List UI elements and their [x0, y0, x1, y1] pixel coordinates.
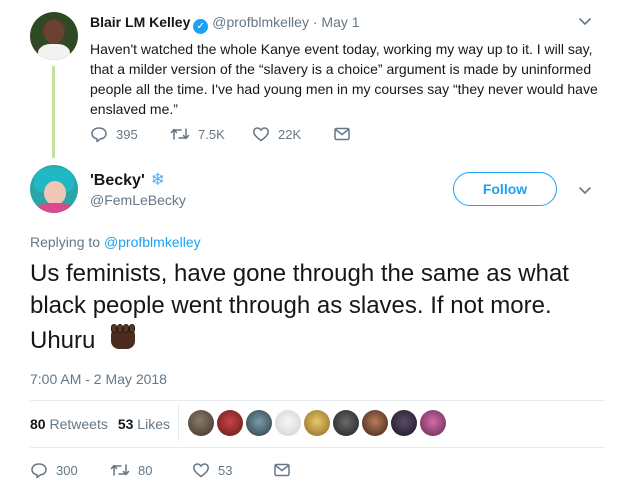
avatar[interactable] — [30, 165, 78, 213]
retweet-button[interactable]: 80 — [110, 461, 152, 479]
liker-avatar[interactable] — [304, 410, 330, 436]
like-button[interactable]: 53 — [192, 461, 232, 479]
chevron-down-icon[interactable] — [578, 183, 592, 197]
author-name[interactable]: Blair LM Kelley — [90, 14, 190, 30]
raised-fist-icon — [108, 322, 138, 352]
tweet-text: Haven't watched the whole Kanye event to… — [90, 41, 598, 117]
reply-icon — [31, 463, 47, 479]
direct-message-button[interactable] — [273, 461, 291, 479]
like-count: 53 — [218, 462, 233, 478]
liker-avatar[interactable] — [420, 410, 446, 436]
tweet-text-container: Us feminists, have gone through the same… — [30, 258, 605, 357]
chevron-down-icon[interactable] — [578, 14, 592, 28]
like-icon — [193, 463, 209, 478]
snowflake-icon: ❄ — [150, 170, 166, 189]
like-icon — [253, 127, 269, 142]
author-handle[interactable]: @FemLeBecky — [90, 192, 186, 208]
avatar-shirt — [36, 203, 74, 213]
stats-separator — [178, 404, 179, 442]
liker-avatar[interactable] — [362, 410, 388, 436]
retweet-count: 7.5K — [198, 126, 225, 142]
liker-avatar[interactable] — [333, 410, 359, 436]
liker-avatars — [188, 410, 446, 438]
divider — [30, 447, 605, 448]
reply-button[interactable]: 300 — [30, 461, 78, 479]
verified-badge-icon: ✓ — [193, 19, 209, 34]
retweet-icon — [110, 464, 130, 476]
avatar-face — [44, 20, 64, 44]
retweet-count: 80 — [138, 462, 153, 478]
tweet-stats: 80 Retweets 53 Likes — [30, 416, 170, 432]
avatar-face — [44, 181, 66, 205]
tweet-timestamp[interactable]: 7:00 AM - 2 May 2018 — [30, 371, 167, 387]
avatar-shirt — [38, 44, 70, 60]
reply-count: 300 — [56, 462, 78, 478]
like-count: 22K — [278, 126, 302, 142]
reply-count: 395 — [116, 126, 138, 142]
retweets-stat[interactable]: 80 Retweets — [30, 416, 108, 432]
liker-avatar[interactable] — [391, 410, 417, 436]
replying-to: Replying to @profblmkelley — [30, 234, 201, 250]
likes-stat[interactable]: 53 Likes — [118, 416, 170, 432]
liker-avatar[interactable] — [188, 410, 214, 436]
divider — [30, 400, 605, 401]
tweet-date[interactable]: May 1 — [321, 14, 359, 30]
fist-finger — [129, 324, 136, 333]
direct-message-icon — [334, 127, 350, 141]
replying-prefix: Replying to — [30, 234, 101, 250]
direct-message-button[interactable] — [333, 125, 351, 143]
reply-icon — [91, 127, 107, 143]
author-handle[interactable]: @profblmkelley — [212, 14, 309, 30]
retweet-icon — [170, 128, 190, 140]
thread-line — [52, 66, 55, 158]
author-name[interactable]: 'Becky' — [90, 172, 145, 189]
like-button[interactable]: 22K — [252, 125, 301, 143]
liker-avatar[interactable] — [217, 410, 243, 436]
tweet-header: Blair LM Kelley ✓ @profblmkelley · May 1 — [90, 14, 360, 34]
separator-dot: · — [312, 14, 318, 30]
parent-tweet[interactable]: Blair LM Kelley ✓ @profblmkelley · May 1 … — [0, 0, 619, 160]
liker-avatar[interactable] — [275, 410, 301, 436]
author-name-row: 'Becky' ❄ — [90, 170, 165, 190]
direct-message-icon — [274, 463, 290, 477]
avatar[interactable] — [30, 12, 78, 60]
follow-button[interactable]: Follow — [453, 172, 557, 206]
retweet-button[interactable]: 7.5K — [170, 125, 225, 143]
replying-to-link[interactable]: @profblmkelley — [104, 234, 201, 250]
liker-avatar[interactable] — [246, 410, 272, 436]
reply-button[interactable]: 395 — [90, 125, 138, 143]
